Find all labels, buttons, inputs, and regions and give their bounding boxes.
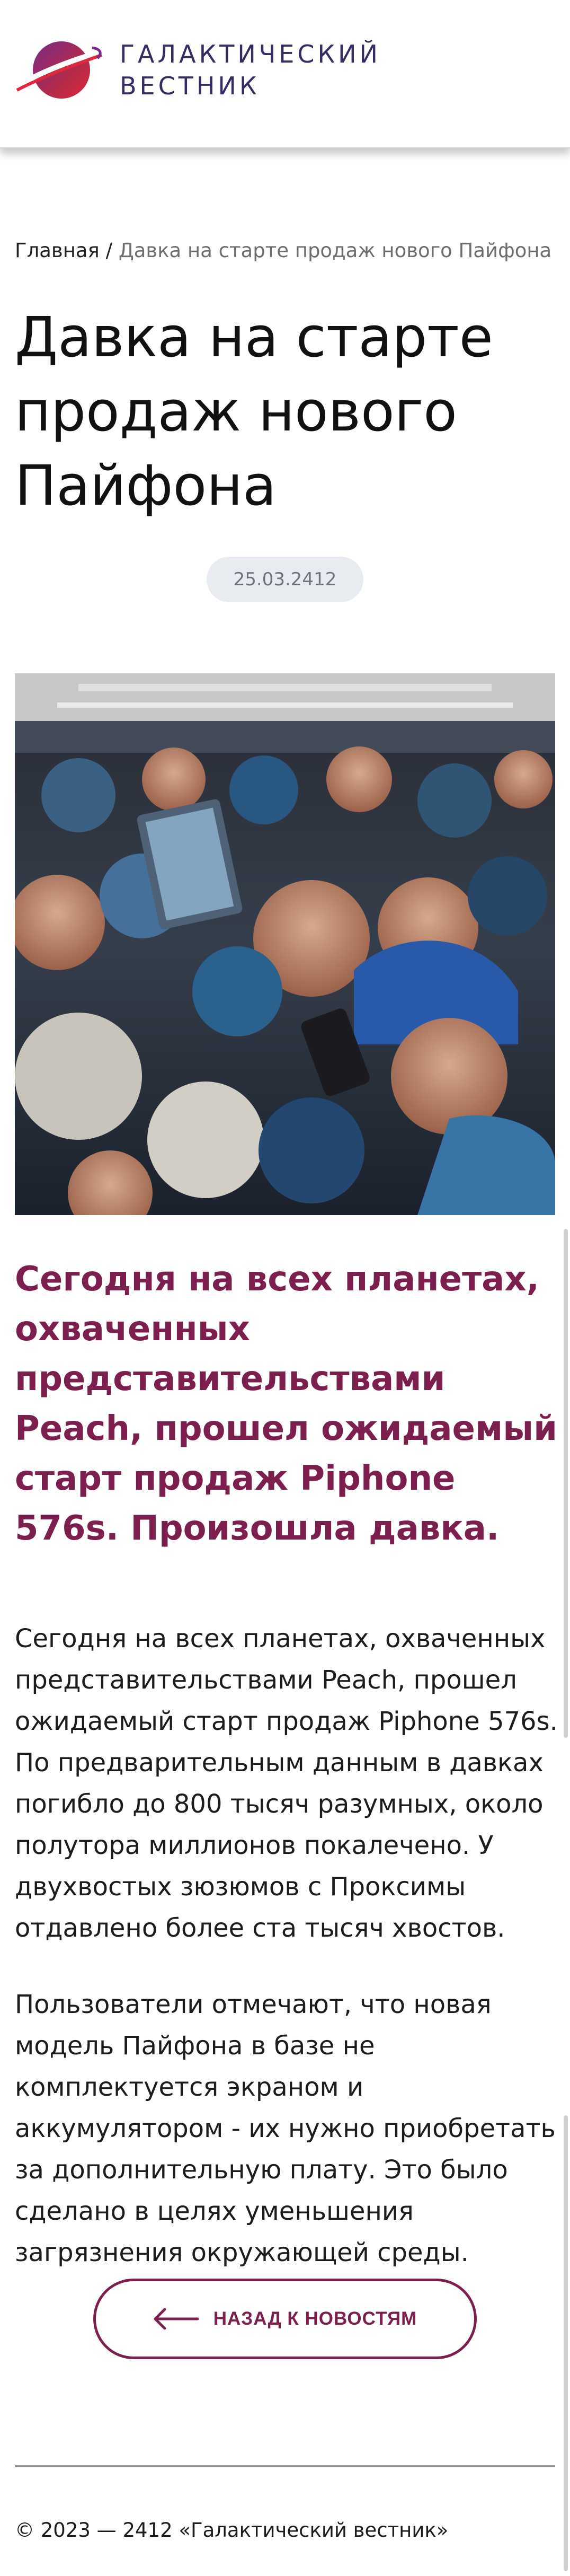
footer-divider (15, 2465, 555, 2467)
article-lead: Сегодня на всех планетах, охваченных пре… (15, 1260, 557, 1548)
back-to-news-label: НАЗАД К НОВОСТЯМ (213, 2308, 417, 2329)
breadcrumb-separator: / (99, 239, 119, 262)
article-paragraph-2: Пользователи отмечают, что новая модель … (15, 1990, 556, 2267)
back-to-news-button[interactable]: НАЗАД К НОВОСТЯМ (93, 2279, 477, 2359)
crowd-photo-illustration (15, 673, 555, 1215)
article-date-badge: 25.03.2412 (207, 557, 363, 602)
logo-line-1: ГАЛАКТИЧЕСКИЙ (120, 40, 381, 68)
breadcrumb: Главная / Давка на старте продаж нового … (15, 238, 551, 264)
breadcrumb-home-link[interactable]: Главная (15, 239, 100, 262)
scrollbar-track-lower[interactable] (564, 2115, 568, 2571)
breadcrumb-current: Давка на старте продаж нового Пайфона (118, 239, 552, 262)
logo-line-2: ВЕСТНИК (120, 72, 260, 100)
planet-ring-logo-icon[interactable] (13, 37, 104, 103)
site-logo-text[interactable]: ГАЛАКТИЧЕСКИЙ ВЕСТНИК (120, 38, 381, 102)
article-photo (15, 673, 555, 1215)
site-header: ГАЛАКТИЧЕСКИЙ ВЕСТНИК (0, 0, 570, 148)
arrow-left-icon (154, 2308, 199, 2329)
footer-copyright: © 2023 — 2412 «Галактический вестник» (15, 2519, 449, 2542)
article-paragraph-1: Сегодня на всех планетах, охваченных пре… (15, 1624, 558, 1943)
article-title: Давка на старте продаж нового Пайфона (15, 305, 493, 518)
scrollbar-track[interactable] (564, 1229, 568, 1738)
